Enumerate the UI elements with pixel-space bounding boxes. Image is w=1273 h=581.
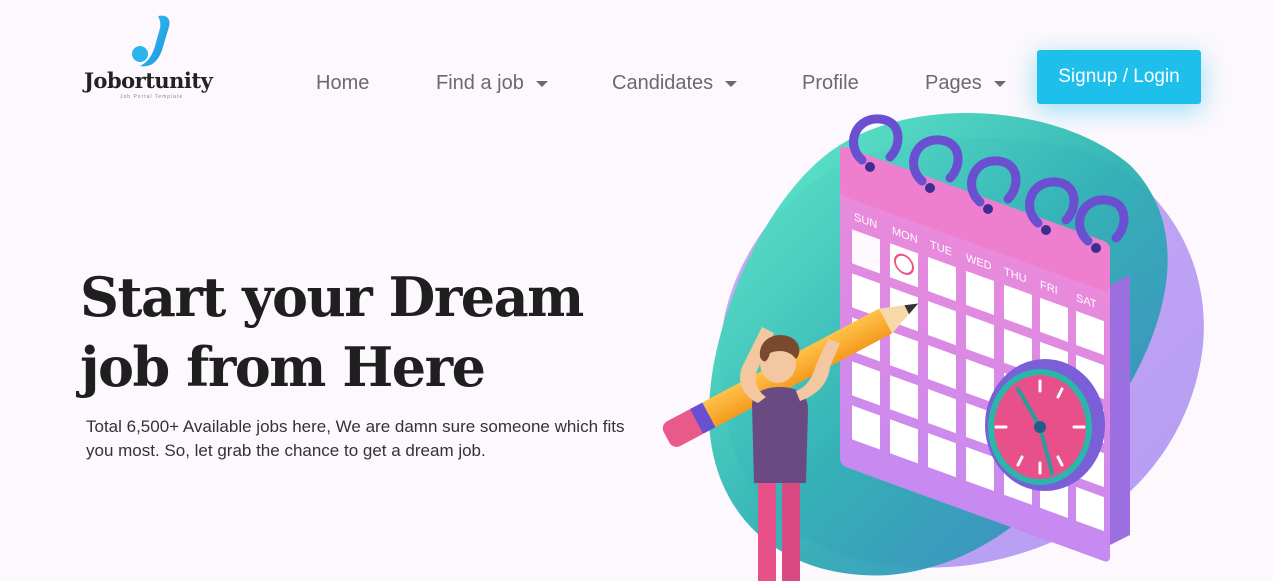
nav-item-label: Find a job [436, 72, 524, 94]
nav-item-label: Profile [802, 72, 859, 94]
hero-illustration: SUN MON TUE WED THU FRI SAT [640, 105, 1240, 581]
hero-title-line1: Start your Dream [80, 265, 584, 329]
nav-item-profile[interactable]: Profile [802, 72, 859, 95]
page: Jobortunity Job Portal Template Home Fin… [0, 0, 1273, 581]
nav-item-label: Candidates [612, 72, 714, 94]
site-logo[interactable]: Jobortunity Job Portal Template [84, 14, 224, 102]
signup-login-button[interactable]: Signup / Login [1037, 50, 1201, 104]
hero-subtitle: Total 6,500+ Available jobs here, We are… [86, 417, 625, 460]
nav-item-pages[interactable]: Pages [925, 72, 1006, 95]
nav-item-label: Pages [925, 72, 982, 94]
calendar-illustration-icon: SUN MON TUE WED THU FRI SAT [662, 112, 1204, 581]
caret-down-icon [535, 80, 548, 87]
nav-item-label: Home [316, 72, 370, 94]
brand-name: Jobortunity [84, 68, 213, 93]
hero-title: Start your Dream job from Here [80, 262, 640, 402]
caret-down-icon [725, 80, 738, 87]
nav-item-candidates[interactable]: Candidates [612, 72, 738, 95]
nav-item-home[interactable]: Home [316, 72, 369, 95]
caret-down-icon [993, 80, 1006, 87]
hero-title-line2: job from Here [80, 335, 486, 399]
logo-mark-icon [132, 15, 170, 67]
brand-tagline: Job Portal Template [120, 94, 184, 100]
nav-item-find-a-job[interactable]: Find a job [436, 72, 548, 95]
